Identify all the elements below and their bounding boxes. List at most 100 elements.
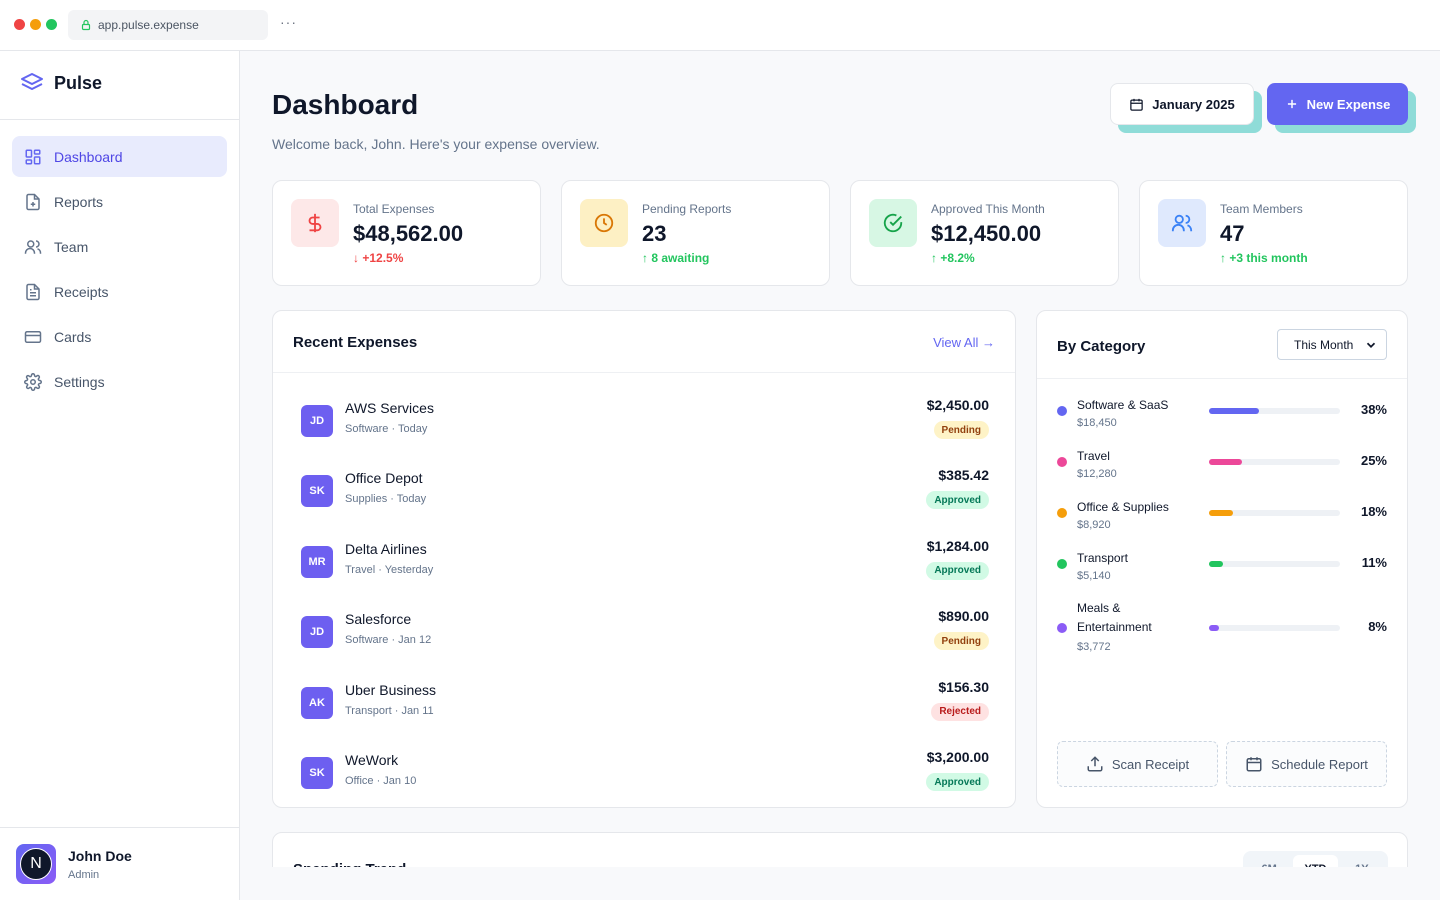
new-expense-button[interactable]: New Expense (1267, 83, 1408, 125)
close-window-dot[interactable] (14, 19, 25, 30)
category-percent: 25% (1360, 453, 1387, 468)
stat-value: $12,450.00 (931, 221, 1042, 246)
expense-amount: $890.00 (938, 608, 989, 625)
stat-value: 23 (642, 221, 667, 246)
users-icon (1158, 199, 1206, 247)
address-bar[interactable]: app.pulse.expense (68, 10, 268, 40)
card-divider (273, 372, 1015, 373)
maximize-window-dot[interactable] (46, 19, 57, 30)
expense-row[interactable]: JD AWS Services Software · Today $2,450.00 P… (301, 397, 989, 459)
calendar-icon (1246, 757, 1262, 772)
more-options-icon[interactable]: ··· (280, 14, 297, 30)
expense-amount: $1,284.00 (926, 537, 989, 554)
stat-delta: ↑ +3 this month (1220, 251, 1308, 265)
schedule-report-label: Schedule Report (1271, 756, 1368, 772)
category-color-dot (1057, 559, 1067, 569)
expense-row[interactable]: SK Office Depot Supplies · Today $385.42 App… (301, 467, 989, 529)
stat-card-pending-reports[interactable]: Pending Reports 23 ↑ 8 awaiting (561, 180, 830, 286)
avatar: MR (301, 545, 333, 578)
expense-row[interactable]: SK WeWork Office · Jan 10 $3,200.00 Approved (301, 749, 989, 811)
date-picker-button[interactable]: January 2025 (1110, 83, 1254, 125)
expense-meta: Transport · Jan 11 (345, 704, 434, 717)
lock-icon (81, 19, 91, 31)
sidebar-item-dashboard[interactable]: Dashboard (12, 136, 227, 177)
category-progress-fill (1209, 561, 1224, 567)
category-percent: 11% (1361, 555, 1387, 570)
expense-name: Delta Airlines (345, 540, 427, 557)
category-color-dot (1057, 457, 1067, 467)
period-select[interactable]: This Month (1277, 329, 1387, 360)
scroll-clip-area (240, 867, 1440, 900)
check-circle-icon (869, 199, 917, 247)
expense-name: WeWork (345, 752, 399, 768)
sidebar-item-settings[interactable]: Settings (12, 361, 227, 402)
schedule-report-button[interactable]: Schedule Report (1226, 741, 1387, 787)
category-progress-track (1209, 625, 1340, 631)
sidebar-item-label: Settings (54, 373, 105, 390)
brand[interactable]: Pulse (20, 71, 102, 95)
avatar: SK (301, 757, 333, 789)
sidebar-item-reports[interactable]: Reports (12, 181, 227, 222)
expense-name: Salesforce (345, 611, 412, 628)
view-all-link[interactable]: View All → (933, 335, 995, 350)
plus-icon (1287, 99, 1296, 109)
category-progress-track (1209, 408, 1340, 414)
url-text: app.pulse.expense (98, 18, 199, 32)
category-name: Travel (1077, 449, 1110, 463)
avatar[interactable]: N (16, 844, 56, 884)
status-badge: Rejected (931, 702, 989, 721)
stat-card-total-expenses[interactable]: Total Expenses $48,562.00 ↓ +12.5% (272, 180, 541, 286)
chevron-down-icon (1366, 342, 1376, 348)
expense-name: Uber Business (345, 681, 437, 698)
expense-row[interactable]: MR Delta Airlines Travel · Yesterday $1,284… (301, 537, 989, 600)
category-progress-track (1209, 510, 1340, 516)
avatar-initial: N (20, 848, 52, 880)
expense-row[interactable]: AK Uber Business Transport · Jan 11 $156.30… (301, 678, 989, 741)
sidebar-item-label: Cards (54, 328, 92, 345)
layers-logo-icon (21, 73, 43, 90)
status-badge: Pending (933, 421, 989, 439)
category-color-dot (1057, 508, 1067, 518)
stat-label: Team Members (1220, 202, 1303, 216)
category-amount: $18,450 (1077, 417, 1117, 429)
sidebar-divider (0, 119, 240, 120)
avatar: AK (301, 686, 333, 719)
expense-row[interactable]: JD Salesforce Software · Jan 12 $890.00 Pend… (301, 608, 989, 670)
scan-receipt-button[interactable]: Scan Receipt (1057, 741, 1218, 787)
minimize-window-dot[interactable] (30, 19, 41, 30)
date-picker-label: January 2025 (1152, 96, 1235, 112)
category-percent: 38% (1360, 402, 1387, 417)
expense-amount: $156.30 (938, 678, 989, 695)
recent-expenses-card: Recent Expenses View All → JD AWS Service… (272, 310, 1016, 808)
scan-receipt-label: Scan Receipt (1111, 756, 1190, 772)
expense-amount: $3,200.00 (926, 749, 989, 765)
status-badge: Approved (926, 773, 989, 791)
sidebar-item-receipts[interactable]: Receipts (12, 271, 227, 312)
stat-card-team-members[interactable]: Team Members 47 ↑ +3 this month (1139, 180, 1408, 286)
status-badge: Approved (926, 561, 989, 580)
file-plus-icon (26, 193, 40, 210)
sidebar: Pulse Dashboard Reports Team Receipts Ca… (0, 51, 240, 900)
stat-value: $48,562.00 (353, 221, 464, 246)
category-name: Transport (1077, 551, 1128, 565)
expense-meta: Supplies · Today (345, 493, 427, 506)
sidebar-item-cards[interactable]: Cards (12, 316, 227, 357)
sidebar-nav: Dashboard Reports Team Receipts Cards Se… (12, 136, 227, 406)
avatar: JD (301, 405, 333, 437)
user-name: John Doe (68, 848, 132, 864)
brand-name: Pulse (54, 72, 103, 93)
card-divider (1037, 378, 1407, 379)
page-subtitle: Welcome back, John. Here's your expense … (272, 136, 600, 152)
user-profile[interactable]: N John Doe Admin (0, 827, 240, 900)
sidebar-item-team[interactable]: Team (12, 226, 227, 267)
stat-value: 47 (1220, 221, 1245, 246)
stat-label: Total Expenses (353, 202, 435, 216)
upload-icon (1087, 756, 1103, 772)
dollar-icon (291, 199, 339, 247)
category-amount: $8,920 (1077, 519, 1111, 531)
expense-meta: Office · Jan 10 (345, 775, 417, 787)
expense-meta: Software · Today (345, 423, 428, 435)
category-amount: $12,280 (1077, 468, 1117, 480)
card-title: By Category (1057, 338, 1146, 355)
stat-card-approved-this-month[interactable]: Approved This Month $12,450.00 ↑ +8.2% (850, 180, 1119, 286)
